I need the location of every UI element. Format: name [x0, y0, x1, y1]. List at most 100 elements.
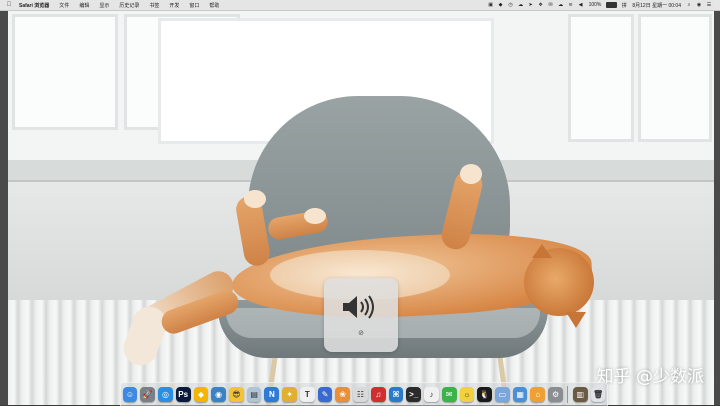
pen-app-icon[interactable]: ✎ [317, 387, 333, 402]
photoshop-icon-glyph: Ps [178, 390, 189, 399]
trash-icon[interactable]: 🗑 [590, 387, 606, 402]
photoshop-icon[interactable]: Ps [175, 387, 191, 402]
volume-mute-indicator: ⊘ [358, 330, 364, 337]
downloads-stack-icon-glyph: ▥ [576, 390, 585, 399]
preview-icon-glyph: ▤ [250, 390, 258, 399]
netease-music-icon[interactable]: ♫ [370, 387, 386, 402]
typora-icon[interactable]: T [299, 387, 315, 402]
wallpaper-cat-ear [566, 312, 586, 328]
itunes-icon[interactable]: ♪ [424, 387, 439, 402]
volume-menu-icon[interactable]: ◀ [578, 2, 584, 8]
status-app-icon[interactable]: ▣ [488, 2, 494, 8]
notes-app-icon[interactable]: N [264, 387, 280, 402]
home-app-icon[interactable]: ⌂ [530, 387, 546, 402]
speaker-volume-icon [343, 295, 374, 319]
wallpaper-window-pane [568, 14, 634, 142]
emoji-app-icon[interactable]: 😎 [229, 387, 244, 402]
status-cloud-icon[interactable]: ☁ [518, 2, 524, 8]
butterfly-app-icon-glyph: ✦ [286, 390, 293, 399]
qq-icon-glyph: 🐧 [479, 390, 490, 399]
menu-file[interactable]: 文件 [54, 2, 74, 9]
apple-logo-icon[interactable]:  [4, 2, 14, 8]
trash-icon-glyph: 🗑 [592, 390, 604, 399]
contacts-icon[interactable]: ☷ [353, 387, 368, 402]
wechat-icon-glyph: ✉ [445, 390, 453, 399]
vscode-icon[interactable]: ⌘ [388, 387, 404, 402]
status-send-icon[interactable]: ➤ [528, 2, 534, 8]
screen-bezel-right [714, 0, 720, 405]
system-preferences-icon[interactable]: ⚙ [548, 387, 563, 402]
wallpaper-cat-paw [244, 190, 266, 208]
photos-icon[interactable]: ❀ [335, 387, 351, 402]
wallpaper-window-pane [12, 14, 118, 130]
wallpaper-cat-head [524, 248, 594, 316]
watermark-text: 知乎 @少数派 [596, 367, 704, 387]
input-method-icon[interactable]: 拼 [621, 2, 627, 9]
menu-develop[interactable]: 开发 [164, 2, 184, 9]
status-drop-icon[interactable]: ◆ [498, 2, 504, 8]
typora-icon-glyph: T [304, 390, 310, 399]
notes-app-icon-glyph: N [268, 390, 275, 399]
battery-percent: 100% [588, 2, 602, 8]
wallpaper-cat-paw [304, 208, 326, 224]
lemon-app-icon[interactable]: ☼ [459, 387, 475, 402]
finder-icon[interactable]: ☺ [122, 387, 138, 402]
netease-music-icon-glyph: ♫ [375, 390, 382, 399]
folder-icon[interactable]: ▭ [495, 387, 510, 402]
terminal-icon[interactable]: >_ [406, 387, 422, 402]
emoji-app-icon-glyph: 😎 [232, 390, 241, 399]
spotlight-search-icon[interactable]: ⌕ [686, 2, 692, 8]
menu-view[interactable]: 显示 [94, 2, 114, 9]
folder-icon-glyph: ▭ [498, 390, 507, 399]
contacts-icon-glyph: ☷ [356, 390, 365, 399]
status-chat-icon[interactable]: ✉ [548, 2, 554, 8]
dock-divider [567, 386, 569, 403]
wallpaper-cat-paw [460, 164, 482, 184]
sketch-icon-glyph: ◆ [197, 390, 204, 399]
menu-bookmarks[interactable]: 书签 [144, 2, 164, 9]
preview-icon[interactable]: ▤ [246, 387, 262, 402]
safari-icon-glyph: ◎ [161, 390, 169, 399]
launchpad-icon[interactable]: 🚀 [140, 387, 156, 402]
itunes-icon-glyph: ♪ [429, 390, 434, 399]
status-clock-icon[interactable]: ◷ [508, 2, 514, 8]
finder-icon-glyph: ☺ [125, 390, 135, 399]
menu-history[interactable]: 历史记录 [114, 2, 144, 9]
downloads-stack-icon[interactable]: ▥ [572, 387, 588, 402]
status-paw-icon[interactable]: ❖ [538, 2, 544, 8]
photos-icon-glyph: ❀ [339, 390, 347, 399]
siri-icon[interactable]: ◉ [696, 2, 702, 8]
battery-icon[interactable] [606, 2, 618, 8]
vscode-icon-glyph: ⌘ [392, 390, 400, 399]
safari-icon[interactable]: ◎ [158, 387, 173, 402]
finder-window-icon[interactable]: ▦ [512, 387, 528, 402]
menu-extras: ▣ ◆ ◷ ☁ ➤ ❖ ✉ ☁ ≋ ◀ 100% 拼 8月12日 星期一 00:… [486, 2, 720, 9]
pen-app-icon-glyph: ✎ [321, 390, 329, 399]
menu-window[interactable]: 窗口 [184, 2, 204, 9]
menu-bar:  Safari 浏览器 文件 编辑 显示 历史记录 书签 开发 窗口 帮助 ▣… [0, 0, 720, 11]
terminal-icon-glyph: >_ [409, 390, 419, 399]
screen-bezel-left [0, 0, 8, 405]
menu-app-name[interactable]: Safari 浏览器 [14, 2, 54, 9]
notification-center-icon[interactable]: ☰ [706, 2, 712, 8]
chrome-icon-glyph: ◉ [215, 390, 223, 399]
wallpaper-cat-ear [532, 244, 552, 258]
wallpaper-window-pane [638, 14, 712, 142]
menu-help[interactable]: 帮助 [204, 2, 224, 9]
volume-hud: ⊘ [324, 278, 398, 352]
menu-clock[interactable]: 8月12日 星期一 00:04 [632, 2, 681, 9]
finder-window-icon-glyph: ▦ [516, 390, 524, 399]
launchpad-icon-glyph: 🚀 [142, 390, 153, 399]
wifi-icon[interactable]: ≋ [568, 2, 574, 8]
system-preferences-icon-glyph: ⚙ [552, 390, 560, 399]
status-cloud2-icon[interactable]: ☁ [558, 2, 564, 8]
dock: ☺ 🚀 ◎ Ps ◆ ◉ 😎 ▤ N ✦ T ✎ ❀ ☷ ♫ ⌘ >_ ♪ ✉ ☼ 🐧 ▭ ▦ ⌂ ⚙ ▥ 🗑 [120, 382, 608, 406]
qq-icon[interactable]: 🐧 [477, 387, 493, 402]
sketch-icon[interactable]: ◆ [193, 387, 209, 402]
chrome-icon[interactable]: ◉ [211, 387, 226, 402]
wechat-icon[interactable]: ✉ [441, 387, 457, 402]
lemon-app-icon-glyph: ☼ [463, 390, 471, 399]
menu-edit[interactable]: 编辑 [74, 2, 94, 9]
home-app-icon-glyph: ⌂ [535, 390, 541, 399]
butterfly-app-icon[interactable]: ✦ [282, 387, 297, 402]
